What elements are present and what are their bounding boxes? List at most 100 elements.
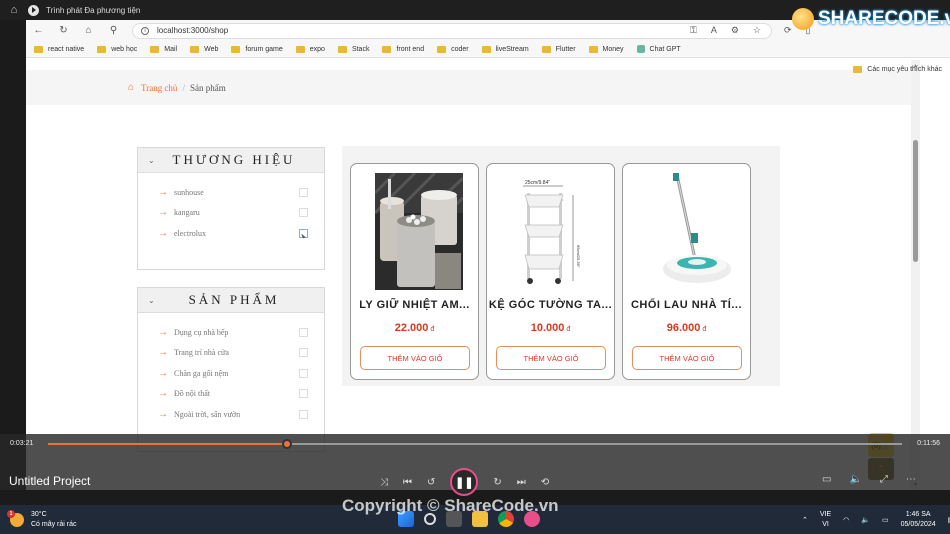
- add-to-cart-button[interactable]: THÊM VÀO GIỎ: [360, 346, 470, 370]
- favorite-star-icon[interactable]: ☆: [753, 25, 761, 36]
- product-name[interactable]: LY GIỮ NHIỆT AM...: [351, 299, 478, 311]
- product-image-tumbler[interactable]: [375, 173, 463, 290]
- category-filter-item[interactable]: → Ngoài trời, sân vườn: [158, 404, 308, 425]
- product-price: 22.000 đ: [394, 322, 435, 334]
- product-name[interactable]: KỆ GÓC TƯỜNG TA...: [487, 299, 614, 311]
- folder-icon: [150, 45, 160, 53]
- search-icon[interactable]: [424, 513, 436, 525]
- miniplayer-icon[interactable]: ▭: [822, 474, 831, 485]
- brand-filter-item[interactable]: → electrolux: [158, 223, 308, 244]
- brand-checkbox[interactable]: [299, 187, 308, 197]
- windows-start-icon[interactable]: [398, 511, 414, 527]
- brand-filter-header[interactable]: ⌄ THƯƠNG HIỆU: [138, 148, 324, 173]
- category-filter-item[interactable]: → Trang trí nhà cửa: [158, 343, 308, 364]
- bookmark-item[interactable]: react native: [34, 45, 84, 53]
- chrome-icon[interactable]: [498, 511, 514, 527]
- brand-filter-item[interactable]: → sunhouse: [158, 182, 308, 203]
- system-tray: ⌃ VIE VI ◠ 🔈 ▭ 1:46 SA 05/05/2024 ▤: [802, 510, 950, 530]
- bookmark-item[interactable]: expo: [295, 45, 325, 53]
- category-filter-item[interactable]: → Dụng cụ nhà bếp: [158, 322, 308, 343]
- project-title: Untitled Project: [9, 474, 91, 488]
- bookmark-item[interactable]: web học: [97, 45, 137, 53]
- product-name[interactable]: CHỔI LAU NHÀ TÍ...: [623, 299, 750, 311]
- brand-checkbox[interactable]: [299, 208, 308, 218]
- home-button-icon[interactable]: ⌂: [76, 25, 101, 36]
- bookmark-item[interactable]: Web: [190, 45, 218, 53]
- weather-widget[interactable]: 1 30°C Có mây rải rác: [7, 510, 77, 530]
- split-screen-icon[interactable]: ▯: [806, 25, 811, 36]
- more-options-icon[interactable]: ⋯: [906, 474, 916, 485]
- add-to-cart-button[interactable]: THÊM VÀO GIỎ: [632, 346, 742, 370]
- scrollbar-thumb[interactable]: [913, 140, 918, 262]
- category-checkbox[interactable]: [299, 368, 308, 378]
- folder-icon: [588, 45, 598, 53]
- weather-sun-icon: 1: [7, 510, 24, 527]
- bookmark-item[interactable]: Flutter: [541, 45, 576, 53]
- media-player-icon[interactable]: [524, 511, 540, 527]
- temperature: 30°C: [31, 511, 47, 518]
- player-title-bar: ⌂ Trình phát Đa phương tiện: [0, 0, 950, 20]
- pause-button[interactable]: ❚❚: [450, 468, 479, 496]
- bookmark-item[interactable]: Mail: [150, 45, 177, 53]
- address-bar[interactable]: i localhost:3000/shop ⚿ A ⚙ ☆: [132, 22, 772, 39]
- product-filter-header[interactable]: ⌄ SẢN PHẨM: [138, 288, 324, 313]
- speaker-icon[interactable]: 🔈: [861, 516, 870, 524]
- clock[interactable]: 1:46 SA 05/05/2024: [901, 510, 936, 530]
- bookmark-item[interactable]: liveStream: [481, 45, 529, 53]
- breadcrumb-separator: /: [182, 82, 185, 93]
- product-card[interactable]: 25cm/9.84" 23cm/12.60" 65cm/25.59" KỆ: [486, 163, 615, 380]
- bookmark-item[interactable]: Chat GPT: [636, 45, 681, 53]
- product-price: 96.000 đ: [666, 322, 707, 334]
- battery-icon[interactable]: ▭: [882, 516, 889, 524]
- product-card[interactable]: LY GIỮ NHIỆT AM... 22.000 đ THÊM VÀO GIỎ: [350, 163, 479, 380]
- language-indicator[interactable]: VIE VI: [820, 510, 831, 530]
- home-icon: ⌂: [128, 82, 135, 93]
- forward-icon[interactable]: ↻: [493, 477, 501, 488]
- shuffle-icon[interactable]: ⤨: [380, 477, 388, 488]
- repeat-icon[interactable]: ⟲: [541, 477, 549, 488]
- file-explorer-icon[interactable]: [472, 511, 488, 527]
- seek-track[interactable]: [48, 443, 902, 445]
- breadcrumb-home-link[interactable]: Trang chủ: [141, 83, 177, 93]
- category-filter-item[interactable]: → Đồ nội thất: [158, 384, 308, 405]
- seek-handle[interactable]: [282, 439, 293, 449]
- product-filter-list: → Dụng cụ nhà bếp → Trang trí nhà cửa → Chă…: [138, 313, 324, 425]
- arrow-right-icon: →: [158, 367, 168, 379]
- chevron-up-icon[interactable]: ⌃: [802, 516, 808, 524]
- category-checkbox[interactable]: [299, 327, 308, 337]
- reload-icon[interactable]: ↻: [51, 25, 76, 36]
- search-icon[interactable]: ⚲: [101, 25, 126, 36]
- folder-icon: [97, 45, 107, 53]
- bookmark-item[interactable]: forum game: [231, 45, 283, 53]
- fullscreen-icon[interactable]: ⤢: [880, 474, 888, 485]
- bookmark-item[interactable]: Stack: [337, 45, 369, 53]
- folder-icon: [541, 45, 551, 53]
- next-icon[interactable]: ⏭: [517, 477, 526, 488]
- category-checkbox[interactable]: [299, 348, 308, 358]
- bookmark-item[interactable]: front end: [382, 45, 424, 53]
- add-to-cart-button[interactable]: THÊM VÀO GIỎ: [496, 346, 606, 370]
- category-checkbox[interactable]: [299, 389, 308, 399]
- product-image-corner-shelf[interactable]: 25cm/9.84" 23cm/12.60" 65cm/25.59": [511, 173, 599, 290]
- read-aloud-icon[interactable]: A: [711, 25, 717, 36]
- product-image-spin-mop[interactable]: [647, 173, 735, 290]
- extensions-icon[interactable]: ⚙: [731, 25, 739, 36]
- previous-icon[interactable]: ⏮: [403, 477, 412, 488]
- back-arrow-icon[interactable]: ←: [26, 25, 51, 36]
- category-filter-item[interactable]: → Chăn ga gối nệm: [158, 363, 308, 384]
- bookmark-item[interactable]: Money: [588, 45, 624, 53]
- info-icon[interactable]: i: [141, 26, 149, 35]
- product-card[interactable]: CHỔI LAU NHÀ TÍ... 96.000 đ THÊM VÀO GIỎ: [622, 163, 751, 380]
- rewind-icon[interactable]: ↺: [427, 477, 435, 488]
- key-icon[interactable]: ⚿: [690, 25, 697, 36]
- bookmark-other-favorites[interactable]: Các mục yêu thích khác: [853, 66, 942, 73]
- task-view-icon[interactable]: [446, 511, 462, 527]
- volume-icon[interactable]: 🔈: [849, 474, 861, 485]
- wifi-icon[interactable]: ◠: [843, 516, 849, 524]
- home-icon[interactable]: ⌂: [0, 4, 28, 16]
- brand-filter-item[interactable]: → kangaru: [158, 203, 308, 224]
- page-scrollbar[interactable]: ▲ ▼: [911, 60, 920, 490]
- refresh-extension-icon[interactable]: ⟳: [784, 25, 792, 36]
- category-checkbox[interactable]: [299, 409, 308, 419]
- bookmark-item[interactable]: coder: [437, 45, 469, 53]
